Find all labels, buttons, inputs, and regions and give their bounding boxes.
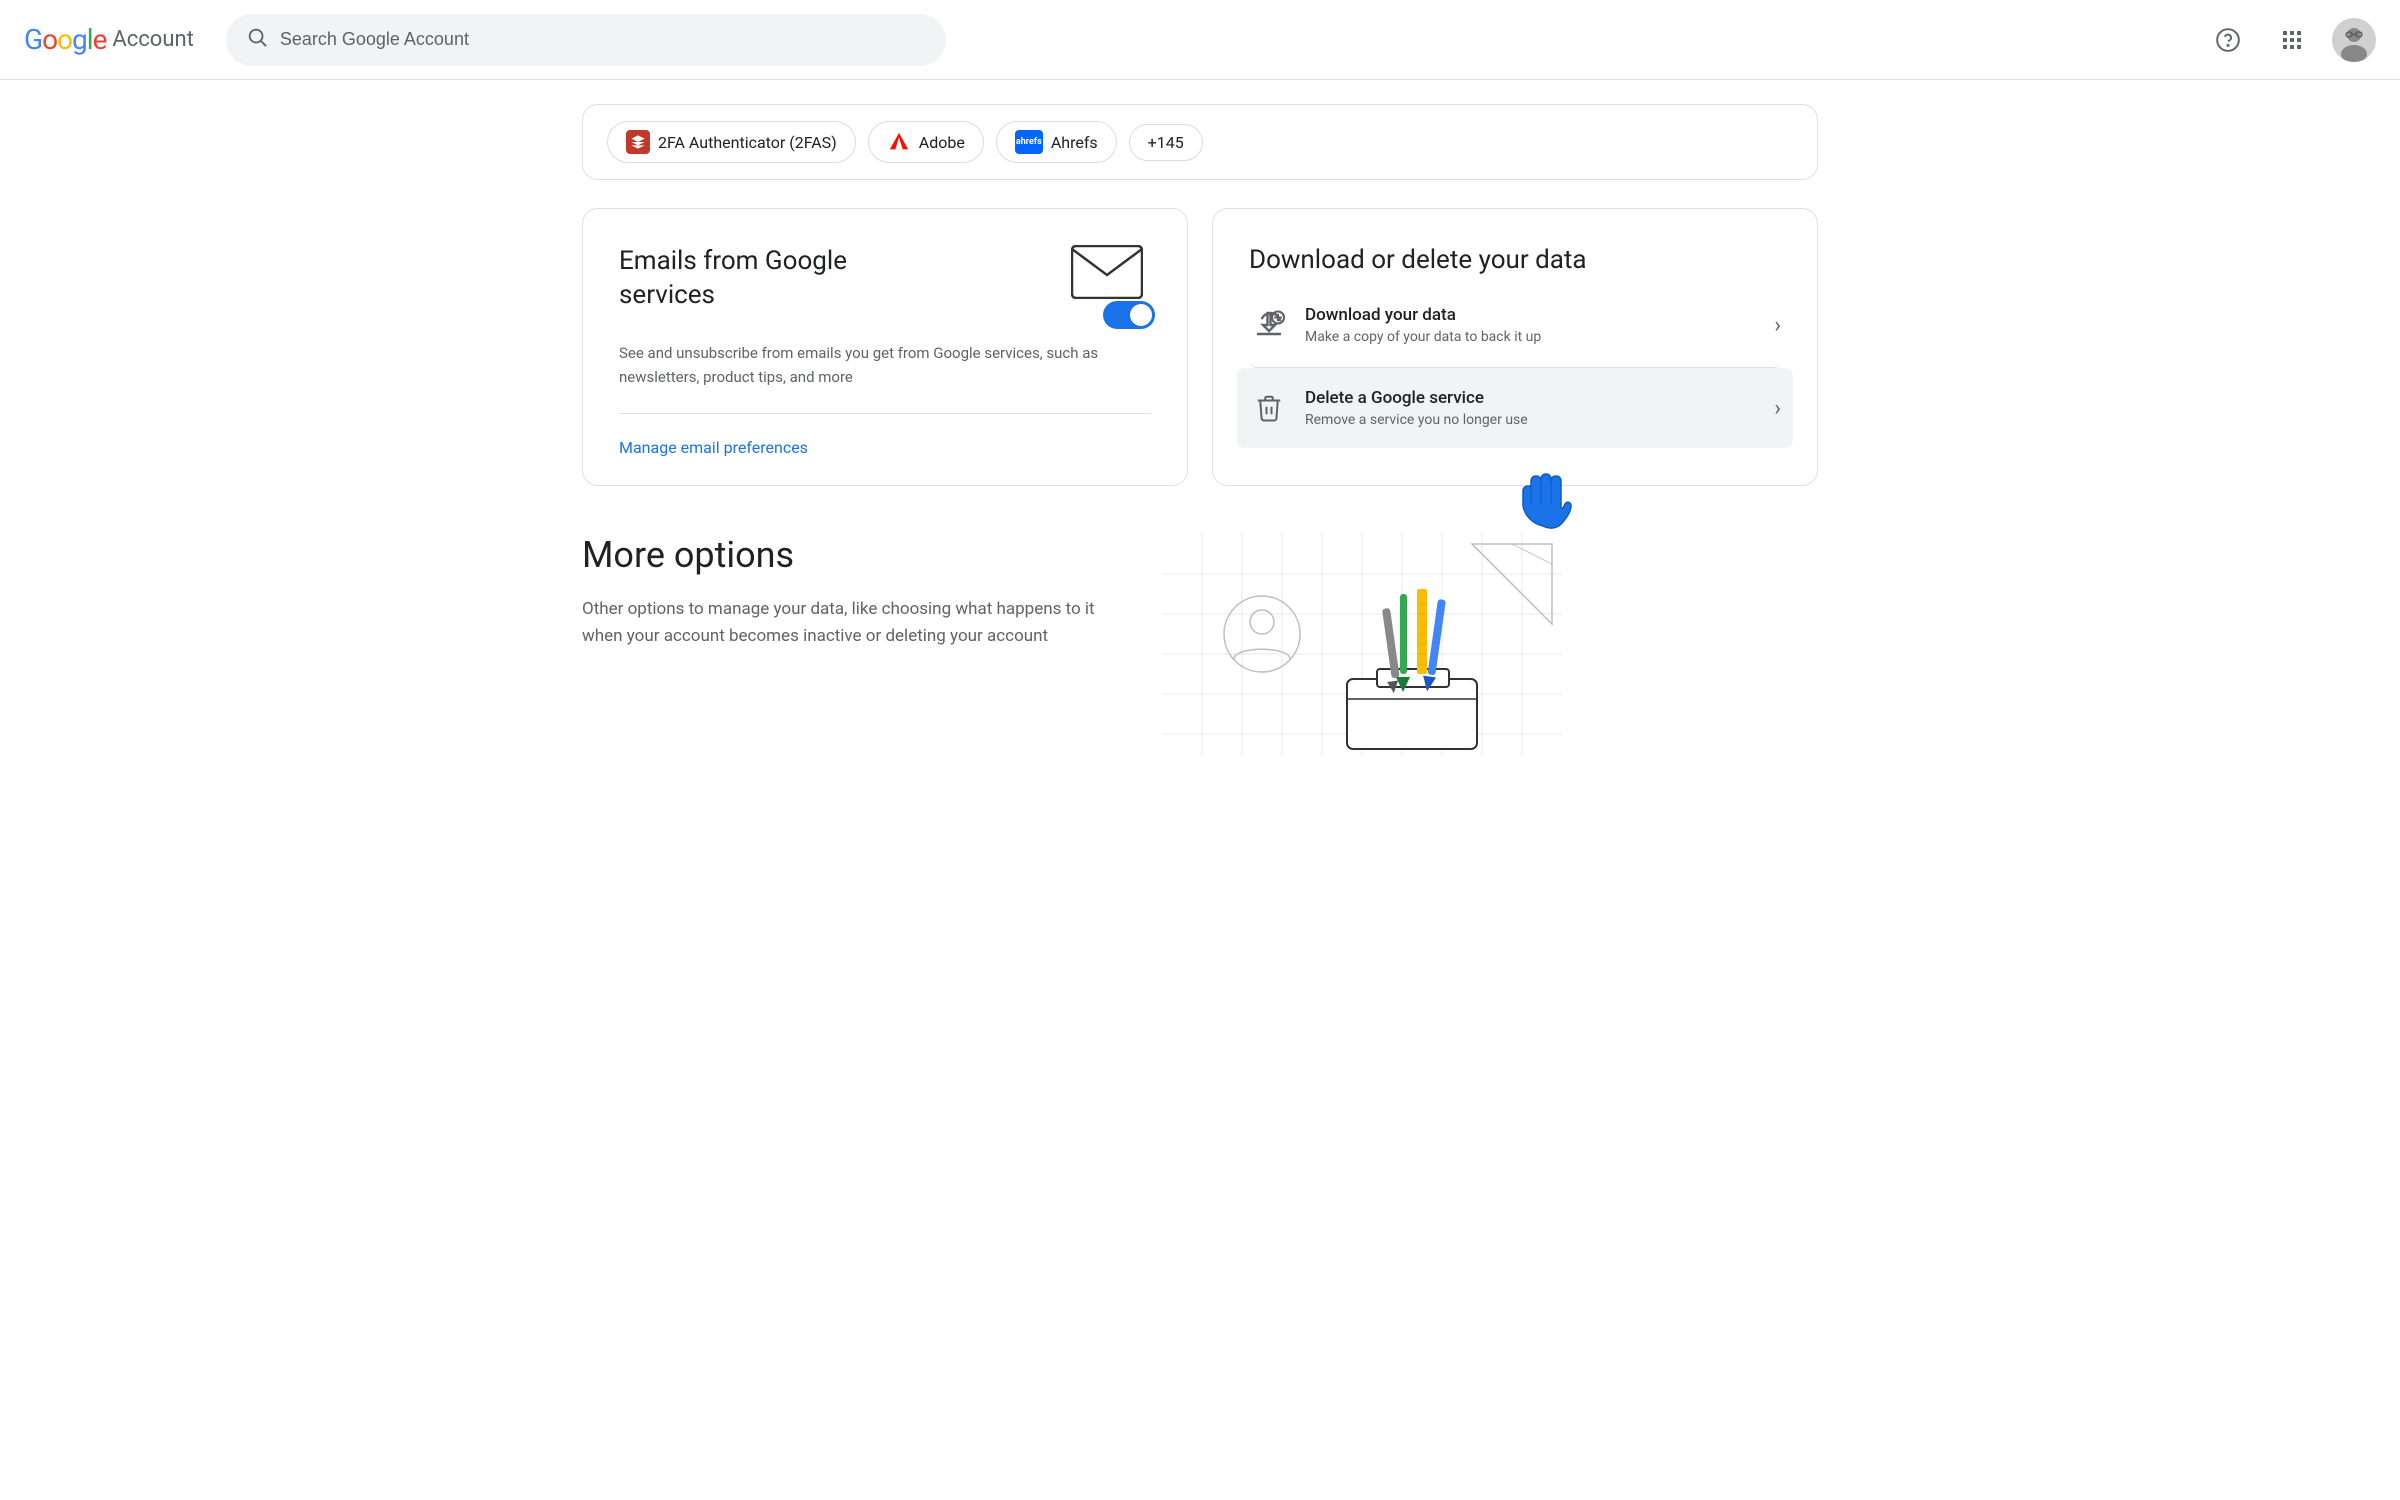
account-wordmark: Account [112, 27, 193, 52]
delete-service-desc: Remove a service you no longer use [1305, 412, 1774, 428]
download-data-desc: Make a copy of your data to back it up [1305, 329, 1774, 345]
download-chevron-icon: › [1774, 313, 1781, 338]
search-input[interactable] [280, 29, 926, 50]
email-card-divider [619, 413, 1151, 414]
chip-more[interactable]: +145 [1129, 124, 1203, 161]
toggle-knob [1130, 304, 1152, 326]
delete-chevron-icon: › [1774, 396, 1781, 421]
chip-ahrefs[interactable]: ahrefs Ahrefs [996, 121, 1117, 163]
search-bar [226, 14, 946, 66]
download-data-text: Download your data Make a copy of your d… [1305, 305, 1774, 345]
email-card-title: Emails from Google services [619, 245, 939, 313]
delete-service-text: Delete a Google service Remove a service… [1305, 388, 1774, 428]
main-content: 2FA Authenticator (2FAS) Adobe ahrefs Ah… [550, 80, 1850, 814]
chip-adobe-label: Adobe [919, 133, 965, 152]
adobe-icon [887, 130, 911, 154]
cursor-overlay [1508, 461, 1578, 545]
delete-service-item[interactable]: Delete a Google service Remove a service… [1237, 368, 1793, 448]
2fas-icon [626, 130, 650, 154]
chip-ahrefs-label: Ahrefs [1051, 133, 1098, 152]
download-data-title: Download your data [1305, 305, 1774, 325]
more-options-illustration [1162, 534, 1562, 754]
header-actions [2204, 16, 2376, 64]
chip-more-label: +145 [1148, 133, 1184, 152]
help-button[interactable] [2204, 16, 2252, 64]
more-options-title: More options [582, 534, 1102, 576]
email-envelope-icon [1071, 245, 1143, 299]
email-icon-container [1071, 245, 1151, 325]
app-chips-container: 2FA Authenticator (2FAS) Adobe ahrefs Ah… [582, 104, 1818, 180]
chip-2fas[interactable]: 2FA Authenticator (2FAS) [607, 121, 856, 163]
email-toggle[interactable] [1103, 301, 1155, 329]
more-options-section: More options Other options to manage you… [582, 534, 1818, 754]
cards-row: Emails from Google services See and unsu… [582, 208, 1818, 486]
chip-adobe[interactable]: Adobe [868, 121, 984, 163]
apps-button[interactable] [2268, 16, 2316, 64]
cloud-download-icon [1249, 305, 1289, 345]
more-options-text: More options Other options to manage you… [582, 534, 1102, 650]
avatar[interactable] [2332, 18, 2376, 62]
trash-icon [1249, 388, 1289, 428]
delete-service-title: Delete a Google service [1305, 388, 1774, 408]
download-data-item[interactable]: Download your data Make a copy of your d… [1249, 283, 1781, 368]
email-card-top: Emails from Google services [619, 245, 1151, 325]
google-account-logo[interactable]: Google Account [24, 23, 194, 56]
download-card-title: Download or delete your data [1249, 245, 1781, 275]
email-card-description: See and unsubscribe from emails you get … [619, 341, 1151, 389]
chip-2fas-label: 2FA Authenticator (2FAS) [658, 133, 837, 152]
email-card: Emails from Google services See and unsu… [582, 208, 1188, 486]
google-wordmark: Google [24, 23, 106, 56]
search-icon [246, 26, 268, 54]
download-delete-card: Download or delete your data Download yo… [1212, 208, 1818, 486]
more-options-description: Other options to manage your data, like … [582, 596, 1102, 650]
manage-email-preferences-link[interactable]: Manage email preferences [619, 438, 1151, 457]
ahrefs-icon: ahrefs [1015, 130, 1043, 154]
header: Google Account [0, 0, 2400, 80]
tools-illustration [1162, 534, 1562, 754]
